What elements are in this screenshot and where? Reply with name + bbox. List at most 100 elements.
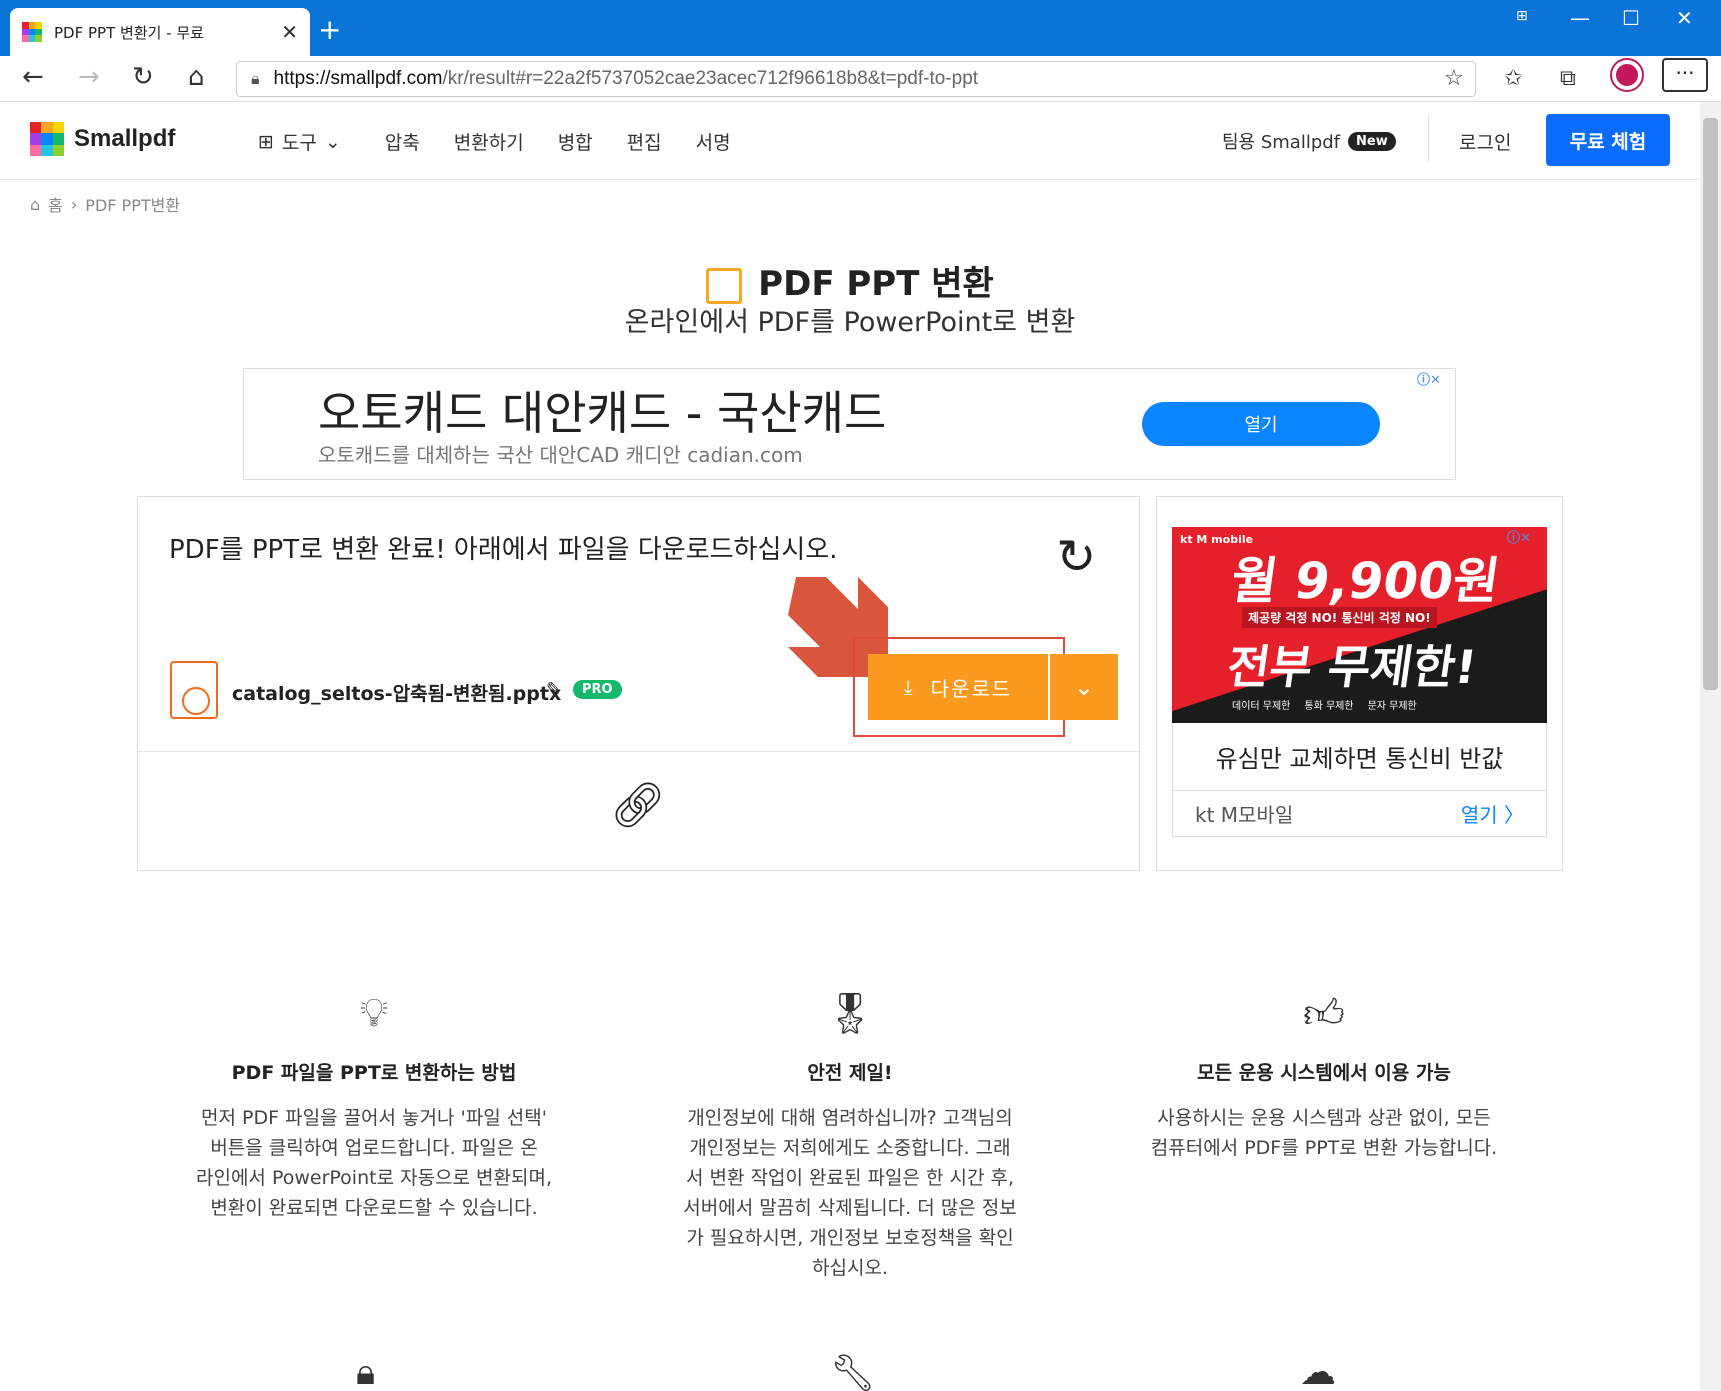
download-label: 다운로드 <box>930 676 1013 701</box>
site-header: Smallpdf ⊞ 도구 ⌄ 압축 변환하기 병합 편집 서명 팀용 Smal… <box>0 102 1700 180</box>
pptx-file-icon <box>170 661 218 719</box>
favorites-icon[interactable]: ✩ <box>1504 66 1522 91</box>
feature-text: 개인정보에 대해 염려하십니까? 고객님의 개인정보는 저희에게도 소중합니다.… <box>683 1107 1017 1279</box>
ad-big-headline: 전부 무제한! <box>1223 640 1480 694</box>
lock-icon: 🔒︎ <box>251 69 260 88</box>
ad-headline: 오토캐드 대안캐드 - 국산캐드 <box>318 386 887 440</box>
grid-icon: ⊞ <box>258 130 274 153</box>
breadcrumb-current: PDF PPT변환 <box>85 196 181 215</box>
feature-title: 모든 운용 시스템에서 이용 가능 <box>1197 1062 1451 1084</box>
download-button[interactable]: ⤓ 다운로드 <box>868 654 1048 720</box>
logo-text: Smallpdf <box>74 125 176 152</box>
address-bar-row: ← → ↻ ⌂ 🔒︎ https://smallpdf.com/kr/resul… <box>0 56 1721 102</box>
breadcrumb-home[interactable]: 홈 <box>48 192 63 216</box>
maximize-icon[interactable]: ☐ <box>1622 6 1640 30</box>
minimize-icon[interactable]: — <box>1570 6 1590 30</box>
top-ad-banner[interactable]: 오토캐드 대안캐드 - 국산캐드 오토캐드를 대체하는 국산 대안CAD 캐디안… <box>243 368 1456 480</box>
tab-title: PDF PPT 변환기 - 무료 <box>54 23 204 42</box>
result-divider <box>138 751 1139 752</box>
ad-advertiser: kt M모바일 <box>1195 803 1294 827</box>
team-label: 팀용 Smallpdf <box>1222 132 1341 153</box>
adchoices-icon[interactable]: ⓘ✕ <box>1417 369 1441 388</box>
new-tab-icon[interactable]: + <box>318 14 341 46</box>
ad-open-link[interactable]: 열기 〉 <box>1461 799 1524 828</box>
nav-sign[interactable]: 서명 <box>696 128 731 155</box>
team-link[interactable]: 팀용 Smallpdf New <box>1222 128 1396 154</box>
side-ad[interactable]: kt M mobile 월 9,900원 제공량 걱정 NO! 통신비 걱정 N… <box>1156 496 1563 871</box>
url-text: https://smallpdf.com/kr/result#r=22a2f57… <box>273 68 979 89</box>
feature-text: 먼저 PDF 파일을 끌어서 놓거나 '파일 선택' 버튼을 클릭하여 업로드합… <box>195 1107 553 1219</box>
smallpdf-logo-icon <box>30 122 64 156</box>
breadcrumb: ⌂ 홈 › PDF PPT변환 <box>30 192 180 216</box>
file-name: catalog_seltos-압축됨-변환됨.pptx <box>232 683 562 705</box>
page-title: PDF PPT 변환 <box>0 256 1700 305</box>
result-message: PDF를 PPT로 변환 완료! 아래에서 파일을 다운로드하십시오. <box>169 535 838 565</box>
back-icon[interactable]: ← <box>22 62 44 92</box>
lock-icon: 🔒︎ <box>356 1352 376 1391</box>
ad-tag: 통화 무제한 <box>1304 701 1354 712</box>
pro-badge: PRO <box>573 680 622 699</box>
close-window-icon[interactable]: ✕ <box>1676 6 1693 30</box>
nav-compress[interactable]: 압축 <box>385 128 420 155</box>
side-ad-image[interactable]: kt M mobile 월 9,900원 제공량 걱정 NO! 통신비 걱정 N… <box>1172 527 1547 723</box>
download-icon: ⤓ <box>903 675 915 699</box>
main-nav: ⊞ 도구 ⌄ 압축 변환하기 병합 편집 서명 <box>258 128 731 155</box>
refresh-icon[interactable]: ↻ <box>132 62 154 92</box>
forward-icon[interactable]: → <box>78 62 100 92</box>
browser-titlebar: PDF PPT 변환기 - 무료 ✕ + ⊞ — ☐ ✕ <box>0 0 1721 56</box>
download-options-button[interactable]: ⌄ <box>1050 654 1118 720</box>
nav-convert[interactable]: 변환하기 <box>454 128 524 155</box>
home-icon: ⌂ <box>30 194 41 214</box>
chevron-down-icon: ⌄ <box>1073 673 1095 701</box>
page-title-text: PDF PPT 변환 <box>758 264 994 304</box>
header-divider <box>1428 116 1429 162</box>
window-layout-icon[interactable]: ⊞ <box>1516 8 1528 24</box>
nav-tools-label: 도구 <box>281 132 317 154</box>
collections-icon[interactable]: ⧉ <box>1560 66 1576 91</box>
ad-price: 월 9,900원 <box>1227 552 1504 610</box>
wrench-icon: 🔧︎ <box>830 1353 876 1391</box>
new-badge: New <box>1348 131 1396 151</box>
ad-open-button[interactable]: 열기 <box>1142 402 1380 446</box>
chevron-down-icon: ⌄ <box>324 130 341 153</box>
link-icon[interactable]: 🔗︎ <box>610 779 666 831</box>
close-tab-icon[interactable]: ✕ <box>281 20 298 44</box>
feature-text: 사용하시는 운용 시스템과 상관 없이, 모든 컴퓨터에서 PDF를 PPT로 … <box>1150 1107 1498 1159</box>
feature-how-to: 💡︎ PDF 파일을 PPT로 변환하는 방법 먼저 PDF 파일을 끌어서 놓… <box>184 990 564 1223</box>
feature-title: PDF 파일을 PPT로 변환하는 방법 <box>231 1062 517 1084</box>
url-input[interactable]: 🔒︎ https://smallpdf.com/kr/result#r=22a2… <box>236 61 1476 97</box>
lightbulb-icon: 💡︎ <box>360 990 388 1036</box>
add-favorite-icon[interactable]: ☆ <box>1444 66 1464 91</box>
nav-tools[interactable]: ⊞ 도구 ⌄ <box>258 128 341 155</box>
login-link[interactable]: 로그인 <box>1459 128 1511 155</box>
ad-tag: 데이터 무제한 <box>1232 701 1291 712</box>
more-options-button[interactable]: ··· <box>1662 58 1708 92</box>
home-icon[interactable]: ⌂ <box>188 62 205 92</box>
nav-merge[interactable]: 병합 <box>558 128 593 155</box>
scrollbar-thumb[interactable] <box>1703 118 1718 690</box>
feature-title: 안전 제일! <box>807 1062 893 1084</box>
cloud-upload-icon: ☁ <box>1300 1352 1336 1391</box>
smallpdf-favicon-icon <box>22 22 42 42</box>
feature-security: 🎖︎ 안전 제일! 개인정보에 대해 염려하십니까? 고객님의 개인정보는 저희… <box>660 990 1040 1283</box>
pdf-to-ppt-icon <box>706 267 743 304</box>
award-ribbon-icon: 🎖︎ <box>824 991 876 1037</box>
feature-all-os: 👍︎ 모든 운용 시스템에서 이용 가능 사용하시는 운용 시스템과 상관 없이… <box>1134 990 1514 1163</box>
browser-tab[interactable]: PDF PPT 변환기 - 무료 ✕ <box>10 8 310 56</box>
ad-description: 오토캐드를 대체하는 국산 대안CAD 캐디안 cadian.com <box>318 443 803 467</box>
page-subtitle: 온라인에서 PDF를 PowerPoint로 변환 <box>624 307 1076 338</box>
result-panel: PDF를 PPT로 변환 완료! 아래에서 파일을 다운로드하십시오. ↻ ca… <box>137 496 1140 871</box>
edit-pencil-icon[interactable]: ✎ <box>546 679 561 700</box>
adchoices-icon[interactable]: ⓘ✕ <box>1507 527 1531 546</box>
profile-avatar[interactable] <box>1610 58 1644 92</box>
nav-edit[interactable]: 편집 <box>627 128 662 155</box>
ad-small-text: 제공량 걱정 NO! 통신비 걱정 NO! <box>1242 607 1437 628</box>
restart-icon[interactable]: ↻ <box>1056 529 1096 585</box>
ad-footer[interactable]: kt M모바일 열기 〉 <box>1172 791 1547 837</box>
ad-tag: 문자 무제한 <box>1367 701 1417 712</box>
ad-tagline: 유심만 교체하면 통신비 반값 <box>1172 723 1547 791</box>
breadcrumb-separator: › <box>70 194 78 214</box>
free-trial-button[interactable]: 무료 체험 <box>1546 114 1670 166</box>
smallpdf-logo[interactable]: Smallpdf <box>30 122 175 156</box>
ad-tags: 데이터 무제한 통화 무제한 문자 무제한 <box>1232 697 1417 712</box>
